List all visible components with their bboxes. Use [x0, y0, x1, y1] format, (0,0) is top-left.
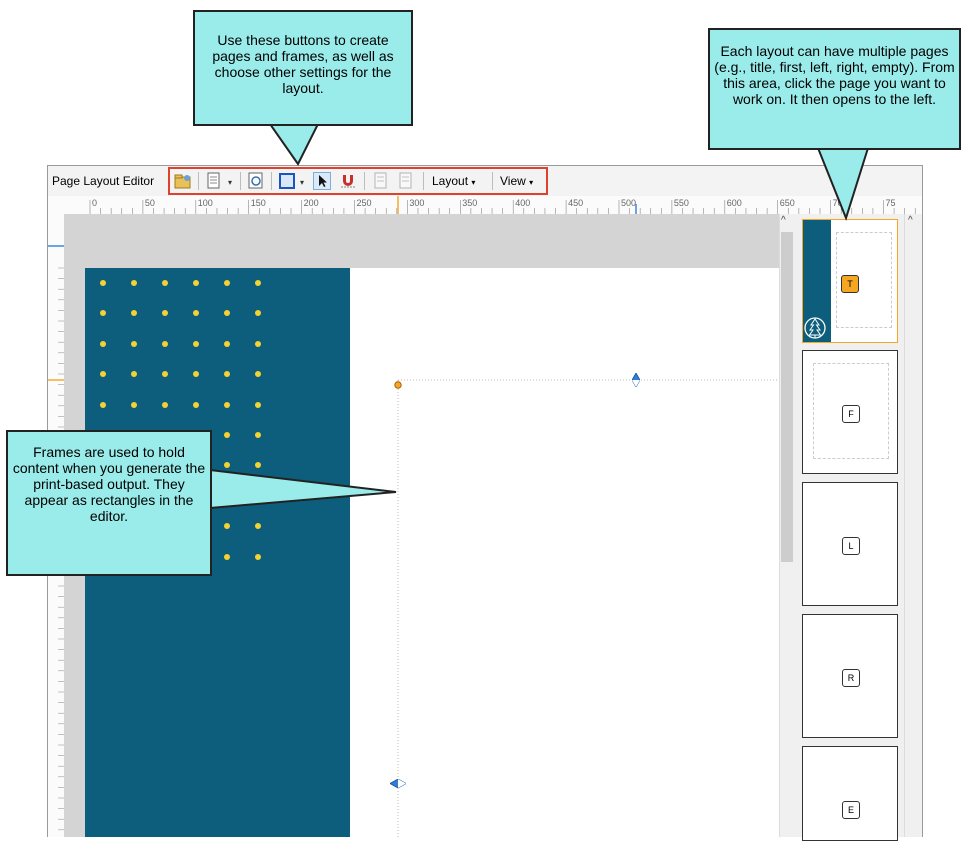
toolbar-callout: Use these buttons to create pages and fr… [193, 10, 413, 126]
frames-callout: Frames are used to hold content when you… [6, 430, 212, 576]
frames-callout-text: Frames are used to hold content when you… [12, 444, 206, 524]
pages-callout: Each layout can have multiple pages (e.g… [708, 28, 961, 150]
toolbar-callout-text: Use these buttons to create pages and fr… [212, 32, 394, 96]
pages-callout-text: Each layout can have multiple pages (e.g… [714, 43, 955, 107]
